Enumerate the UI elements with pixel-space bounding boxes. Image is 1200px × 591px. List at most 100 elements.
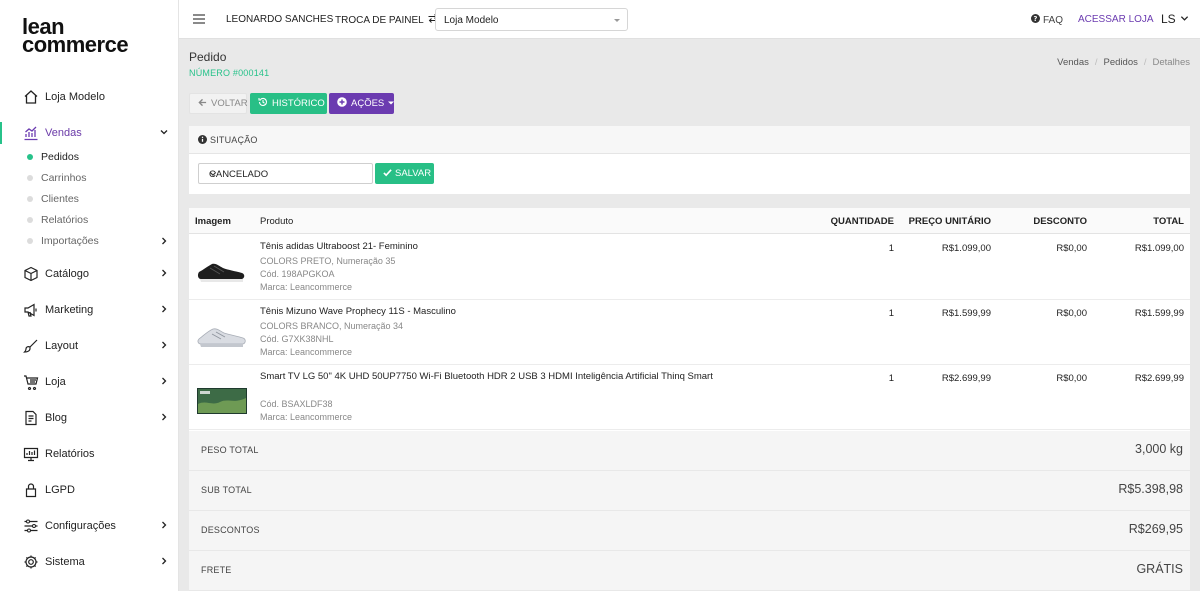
discount-cell: R$0,00 [1056, 243, 1087, 254]
summary-value: GRÁTIS [1136, 562, 1183, 576]
chevron-right-icon [159, 556, 169, 566]
chevron-right-icon [159, 376, 169, 386]
save-button[interactable]: SALVAR [375, 163, 434, 184]
bullet-icon [27, 195, 33, 202]
quantity-cell: 1 [888, 243, 894, 254]
table-row: Tênis Mizuno Wave Prophecy 11S - Masculi… [189, 300, 1190, 365]
sidebar-item-configuracoes[interactable]: Configurações [0, 513, 179, 539]
access-store-link[interactable]: ACESSAR LOJA [1078, 14, 1154, 25]
submenu-item-importacoes[interactable]: Importações [27, 230, 179, 251]
submenu-item-pedidos[interactable]: Pedidos [27, 146, 179, 167]
page-title: Pedido [189, 50, 227, 64]
total-cell: R$1.099,00 [1134, 243, 1184, 254]
chevron-down-icon [1180, 12, 1189, 26]
product-variant: COLORS PRETO, Numeração 35 [260, 256, 396, 266]
summary-subtotal-row: SUB TOTAL R$5.398,98 [189, 471, 1190, 511]
box-icon [22, 266, 39, 283]
gear-icon [22, 554, 39, 571]
user-name[interactable]: LEONARDO SANCHES [226, 14, 333, 25]
actions-dropdown-button[interactable]: AÇÕES [329, 93, 395, 114]
sidebar-item-label: Vendas [45, 127, 82, 139]
total-cell: R$1.599,99 [1134, 308, 1184, 319]
sidebar-item-relatorios[interactable]: Relatórios [0, 441, 179, 467]
history-button[interactable]: HISTÓRICO [250, 93, 327, 114]
product-variant: COLORS BRANCO, Numeração 34 [260, 321, 404, 331]
black-sneaker-image [196, 254, 248, 288]
megaphone-icon [22, 302, 39, 319]
quantity-cell: 1 [888, 373, 894, 384]
submenu-item-clientes[interactable]: Clientes [27, 188, 179, 209]
info-circle-icon [198, 135, 207, 144]
discount-cell: R$0,00 [1056, 373, 1087, 384]
table-row: Tênis adidas Ultraboost 21- Feminino COL… [189, 235, 1190, 300]
question-circle-icon: ? [1031, 14, 1040, 26]
plus-circle-icon [337, 97, 347, 110]
submenu-item-carrinhos[interactable]: Carrinhos [27, 167, 179, 188]
monitor-chart-icon [22, 446, 39, 463]
chevron-right-icon [159, 340, 169, 350]
sidebar-item-vendas[interactable]: Vendas [0, 120, 179, 146]
product-sku: Cód. G7XK38NHL [260, 334, 334, 344]
submenu-item-relatorios[interactable]: Relatórios [27, 209, 179, 230]
col-discount: DESCONTO [1033, 216, 1087, 227]
product-name[interactable]: Tênis adidas Ultraboost 21- Feminino [260, 241, 418, 252]
bullet-icon [27, 153, 33, 160]
white-sneaker-image [196, 319, 248, 353]
bullet-icon [27, 174, 33, 181]
discount-cell: R$0,00 [1056, 308, 1087, 319]
product-brand: Marca: Leancommerce [260, 347, 353, 357]
situation-panel-body: CANCELADO SALVAR [189, 154, 1190, 194]
summary-value: R$269,95 [1128, 522, 1183, 536]
table-header: Imagem Produto QUANTIDADE PREÇO UNITÁRIO… [189, 208, 1190, 234]
summary-weight-row: PESO TOTAL 3,000 kg [189, 431, 1190, 471]
caret-down-icon [614, 19, 620, 22]
switch-panel-button[interactable]: TROCA DE PAINEL [335, 14, 438, 26]
breadcrumb: Vendas / Pedidos / Detalhes [1057, 57, 1190, 68]
sidebar-item-blog[interactable]: Blog [0, 405, 179, 431]
chevron-right-icon [159, 412, 169, 422]
breadcrumb-detalhes: Detalhes [1152, 57, 1191, 68]
sidebar-item-label: Loja Modelo [45, 91, 105, 103]
sliders-icon [22, 518, 39, 535]
brand-logo[interactable]: lean commerce [22, 16, 129, 56]
col-image: Imagem [195, 216, 231, 227]
sidebar-item-loja-modelo[interactable]: Loja Modelo [0, 84, 179, 110]
bullet-icon [27, 216, 33, 223]
sidebar-item-marketing[interactable]: Marketing [0, 297, 179, 323]
order-number: NÚMERO #000141 [189, 68, 270, 78]
back-button[interactable]: VOLTAR [189, 93, 248, 114]
summary-label: DESCONTOS [201, 525, 260, 535]
sidebar-item-loja[interactable]: Loja [0, 369, 179, 395]
cart-icon [22, 374, 39, 391]
chevron-right-icon [159, 520, 169, 530]
avatar: LS [1161, 12, 1176, 26]
summary-label: PESO TOTAL [201, 445, 259, 455]
unit-price-cell: R$2.699,99 [941, 373, 991, 384]
lock-icon [22, 482, 39, 499]
sidebar-item-layout[interactable]: Layout [0, 333, 179, 359]
product-name[interactable]: Tênis Mizuno Wave Prophecy 11S - Masculi… [260, 306, 456, 317]
faq-link[interactable]: ? FAQ [1031, 14, 1063, 26]
col-quantity: QUANTIDADE [830, 216, 894, 227]
user-menu[interactable]: LS [1161, 12, 1189, 26]
situation-panel-header: SITUAÇÃO [189, 126, 1190, 154]
sidebar-item-lgpd[interactable]: LGPD [0, 477, 179, 503]
summary-value: R$5.398,98 [1118, 482, 1183, 496]
chevron-right-icon [159, 304, 169, 314]
breadcrumb-vendas[interactable]: Vendas [1057, 57, 1089, 68]
unit-price-cell: R$1.099,00 [941, 243, 991, 254]
summary-label: FRETE [201, 565, 232, 575]
product-name[interactable]: Smart TV LG 50" 4K UHD 50UP7750 Wi-Fi Bl… [260, 371, 713, 382]
breadcrumb-pedidos[interactable]: Pedidos [1104, 57, 1138, 68]
check-icon [383, 168, 392, 180]
sidebar-item-catalogo[interactable]: Catálogo [0, 261, 179, 287]
chevron-down-icon [209, 170, 217, 178]
col-unit-price: PREÇO UNITÁRIO [908, 216, 991, 227]
svg-text:?: ? [1034, 15, 1038, 23]
store-select[interactable]: Loja Modelo [435, 8, 628, 31]
chevron-right-icon [159, 236, 169, 246]
document-icon [22, 410, 39, 427]
menu-icon[interactable] [193, 14, 205, 24]
status-select[interactable]: CANCELADO [198, 163, 373, 184]
sidebar-item-sistema[interactable]: Sistema [0, 549, 179, 575]
